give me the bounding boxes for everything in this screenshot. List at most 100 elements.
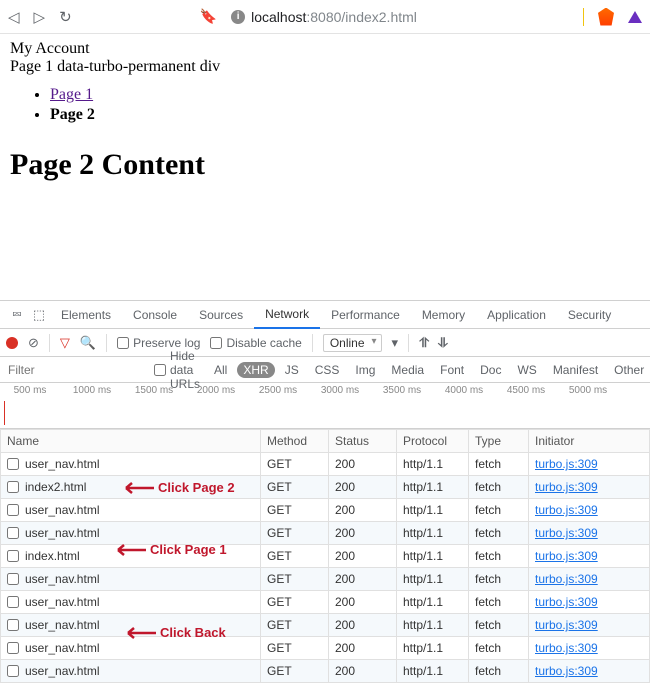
cell-method: GET [261, 476, 329, 499]
brave-shield-icon[interactable] [598, 8, 614, 26]
table-row[interactable]: user_nav.htmlGET200http/1.1fetchturbo.js… [1, 499, 650, 522]
tab-performance[interactable]: Performance [320, 301, 411, 329]
table-row[interactable]: user_nav.htmlGET200http/1.1fetchturbo.js… [1, 568, 650, 591]
cell-type: fetch [469, 453, 529, 476]
row-checkbox[interactable] [7, 481, 19, 493]
cell-method: GET [261, 591, 329, 614]
preserve-log-checkbox[interactable]: Preserve log [117, 336, 200, 350]
tab-network[interactable]: Network [254, 301, 320, 329]
row-checkbox[interactable] [7, 504, 19, 516]
initiator-link[interactable]: turbo.js:309 [535, 457, 598, 471]
cell-type: fetch [469, 660, 529, 683]
tab-elements[interactable]: Elements [50, 301, 122, 329]
devtools-tabs: ⮹ ⬚ ElementsConsoleSourcesNetworkPerform… [0, 301, 650, 329]
row-checkbox[interactable] [7, 665, 19, 677]
inspect-icon[interactable]: ⮹ [6, 307, 28, 323]
tab-sources[interactable]: Sources [188, 301, 254, 329]
initiator-link[interactable]: turbo.js:309 [535, 503, 598, 517]
filter-type-all[interactable]: All [208, 362, 233, 378]
site-info-icon[interactable]: i [231, 10, 245, 24]
network-table: NameMethodStatusProtocolTypeInitiator us… [0, 429, 650, 683]
back-icon[interactable]: ◁ [8, 8, 20, 26]
filter-type-manifest[interactable]: Manifest [547, 362, 604, 378]
filter-type-media[interactable]: Media [385, 362, 430, 378]
table-row[interactable]: index.htmlGET200http/1.1fetchturbo.js:30… [1, 545, 650, 568]
link-page-1[interactable]: Page 1 [50, 86, 93, 103]
table-row[interactable]: index2.htmlGET200http/1.1fetchturbo.js:3… [1, 476, 650, 499]
column-name[interactable]: Name [1, 430, 261, 453]
table-row[interactable]: user_nav.htmlGET200http/1.1fetchturbo.js… [1, 637, 650, 660]
request-name: user_nav.html [25, 457, 99, 471]
tab-application[interactable]: Application [476, 301, 557, 329]
browser-toolbar: ◁ ▷ ↻ 🔖 i localhost:8080/index2.html [0, 0, 650, 34]
divider [49, 334, 50, 352]
initiator-link[interactable]: turbo.js:309 [535, 480, 598, 494]
timeline-tick: 3500 ms [383, 385, 421, 396]
timeline-tick: 4000 ms [445, 385, 483, 396]
row-checkbox[interactable] [7, 596, 19, 608]
initiator-link[interactable]: turbo.js:309 [535, 526, 598, 540]
cell-status: 200 [329, 568, 397, 591]
address-bar[interactable]: i localhost:8080/index2.html [231, 9, 417, 25]
reload-icon[interactable]: ↻ [59, 8, 72, 26]
network-timeline[interactable]: 500 ms1000 ms1500 ms2000 ms2500 ms3000 m… [0, 383, 650, 429]
filter-type-ws[interactable]: WS [511, 362, 542, 378]
export-har-icon[interactable]: ⥥ [439, 335, 448, 351]
initiator-link[interactable]: turbo.js:309 [535, 572, 598, 586]
throttling-select[interactable]: Online [323, 334, 382, 352]
filter-input[interactable] [6, 362, 146, 378]
record-icon[interactable] [6, 337, 18, 349]
table-row[interactable]: user_nav.htmlGET200http/1.1fetchturbo.js… [1, 591, 650, 614]
divider [312, 334, 313, 352]
filter-type-css[interactable]: CSS [309, 362, 346, 378]
filter-type-other[interactable]: Other [608, 362, 650, 378]
filter-toggle-icon[interactable]: ▽ [60, 335, 70, 351]
row-checkbox[interactable] [7, 550, 19, 562]
table-row[interactable]: user_nav.htmlGET200http/1.1fetchturbo.js… [1, 522, 650, 545]
filter-type-img[interactable]: Img [349, 362, 381, 378]
cell-status: 200 [329, 453, 397, 476]
link-page-2-current: Page 2 [50, 106, 640, 124]
search-icon[interactable]: 🔍 [80, 335, 96, 351]
clear-icon[interactable]: ⊘ [28, 335, 39, 351]
device-mode-icon[interactable]: ⬚ [28, 307, 50, 323]
request-name: user_nav.html [25, 503, 99, 517]
filter-type-doc[interactable]: Doc [474, 362, 507, 378]
initiator-link[interactable]: turbo.js:309 [535, 664, 598, 678]
tab-security[interactable]: Security [557, 301, 622, 329]
row-checkbox[interactable] [7, 458, 19, 470]
import-har-icon[interactable]: ⥣ [419, 335, 428, 351]
table-row[interactable]: user_nav.htmlGET200http/1.1fetchturbo.js… [1, 660, 650, 683]
cell-type: fetch [469, 545, 529, 568]
tab-memory[interactable]: Memory [411, 301, 476, 329]
tab-console[interactable]: Console [122, 301, 188, 329]
initiator-link[interactable]: turbo.js:309 [535, 549, 598, 563]
column-status[interactable]: Status [329, 430, 397, 453]
page-content: My Account Page 1 data-turbo-permanent d… [0, 34, 650, 182]
extension-icon[interactable] [628, 11, 642, 23]
row-checkbox[interactable] [7, 573, 19, 585]
initiator-link[interactable]: turbo.js:309 [535, 641, 598, 655]
throttling-arrow-icon[interactable]: ▾ [392, 335, 399, 351]
filter-type-xhr[interactable]: XHR [237, 362, 274, 378]
table-row[interactable]: user_nav.htmlGET200http/1.1fetchturbo.js… [1, 614, 650, 637]
row-checkbox[interactable] [7, 527, 19, 539]
column-protocol[interactable]: Protocol [397, 430, 469, 453]
disable-cache-checkbox[interactable]: Disable cache [210, 336, 301, 350]
forward-icon[interactable]: ▷ [34, 8, 46, 26]
row-checkbox[interactable] [7, 619, 19, 631]
column-initiator[interactable]: Initiator [529, 430, 650, 453]
initiator-link[interactable]: turbo.js:309 [535, 595, 598, 609]
filter-type-font[interactable]: Font [434, 362, 470, 378]
column-type[interactable]: Type [469, 430, 529, 453]
timeline-tick: 5000 ms [569, 385, 607, 396]
filter-type-js[interactable]: JS [279, 362, 305, 378]
row-checkbox[interactable] [7, 642, 19, 654]
cell-method: GET [261, 614, 329, 637]
table-row[interactable]: user_nav.htmlGET200http/1.1fetchturbo.js… [1, 453, 650, 476]
column-method[interactable]: Method [261, 430, 329, 453]
bookmark-icon[interactable]: 🔖 [200, 8, 217, 25]
initiator-link[interactable]: turbo.js:309 [535, 618, 598, 632]
timeline-tick: 500 ms [14, 385, 47, 396]
timeline-tick: 1500 ms [135, 385, 173, 396]
